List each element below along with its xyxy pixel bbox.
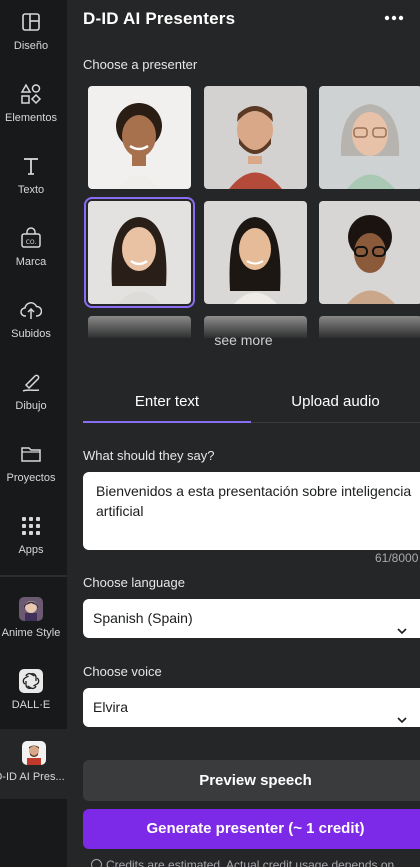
text-icon (19, 154, 43, 178)
chevron-down-icon (396, 613, 408, 635)
choose-presenter-label: Choose a presenter (83, 57, 198, 72)
svg-text:CO.: CO. (26, 239, 37, 246)
rail-footer (0, 800, 67, 867)
input-mode-tabs: Enter text Upload audio (83, 388, 420, 424)
presenter-2[interactable] (204, 86, 307, 189)
tab-divider (251, 422, 420, 423)
apps-grid-icon (19, 514, 43, 538)
info-icon (91, 859, 102, 867)
rail-item-diseno[interactable]: Diseño (0, 0, 62, 72)
rail-label: DALL·E (11, 699, 51, 711)
rail-app-anime-style[interactable]: Anime Style (0, 585, 62, 653)
rail-label: Proyectos (6, 472, 56, 484)
rail-item-texto[interactable]: Texto (0, 144, 62, 216)
openai-icon (19, 669, 43, 693)
upload-cloud-icon (19, 298, 43, 322)
folder-icon (19, 442, 43, 466)
left-rail: Diseño Elementos Texto CO. Marca Subidos… (0, 0, 67, 867)
rail-item-apps[interactable]: Apps (0, 504, 62, 576)
active-tab-indicator (83, 421, 251, 423)
rail-item-marca[interactable]: CO. Marca (0, 216, 62, 288)
rail-label: Marca (15, 256, 47, 268)
d-id-app-icon (21, 741, 46, 765)
anime-style-app-icon (19, 597, 43, 621)
rail-item-elementos[interactable]: Elementos (0, 72, 62, 144)
chevron-down-icon (396, 702, 408, 724)
rail-label: Anime Style (1, 627, 61, 639)
voice-value: Elvira (93, 699, 129, 715)
rail-label: Dibujo (15, 400, 47, 412)
language-label: Choose language (83, 575, 185, 590)
credits-note-text: Credits are estimated. Actual credit usa… (106, 858, 395, 867)
page-title: D-ID AI Presenters (83, 9, 236, 28)
presenter-3[interactable] (319, 86, 420, 189)
language-select[interactable]: Spanish (Spain) (83, 599, 420, 638)
d-id-panel: D-ID AI Presenters Choose a presenter se… (67, 0, 420, 867)
rail-label: Apps (18, 544, 44, 556)
tab-upload-audio[interactable]: Upload audio (251, 388, 420, 422)
credits-note: Credits are estimated. Actual credit usa… (91, 858, 394, 867)
generate-presenter-button[interactable]: Generate presenter (~ 1 credit) (83, 809, 420, 849)
layout-icon (19, 10, 43, 34)
presenter-6[interactable] (319, 201, 420, 304)
see-more-link[interactable]: see more (67, 332, 420, 348)
draw-icon (19, 370, 43, 394)
presenter-1[interactable] (88, 86, 191, 189)
shapes-icon (19, 82, 43, 106)
language-value: Spanish (Spain) (93, 610, 193, 626)
rail-label: Subidos (11, 328, 51, 340)
rail-divider (0, 575, 67, 577)
prompt-label: What should they say? (83, 448, 215, 463)
rail-label: D-ID AI Pres... (0, 771, 65, 783)
rail-item-dibujo[interactable]: Dibujo (0, 360, 62, 432)
rail-label: Diseño (13, 40, 49, 52)
voice-label: Choose voice (83, 664, 162, 679)
presenter-4-selected[interactable] (84, 197, 195, 308)
rail-app-d-id[interactable]: D-ID AI Pres... (0, 729, 67, 799)
character-counter: 61/8000 (375, 551, 419, 565)
script-textarea[interactable]: Bienvenidos a esta presentación sobre in… (83, 472, 420, 550)
rail-item-proyectos[interactable]: Proyectos (0, 432, 62, 504)
presenter-5[interactable] (204, 201, 307, 304)
panel-header: D-ID AI Presenters (67, 0, 420, 36)
more-options-icon[interactable] (382, 8, 406, 28)
preview-speech-button[interactable]: Preview speech (83, 760, 420, 801)
voice-select[interactable]: Elvira (83, 688, 420, 727)
rail-label: Texto (17, 184, 45, 196)
tab-enter-text[interactable]: Enter text (83, 388, 251, 422)
rail-item-subidos[interactable]: Subidos (0, 288, 62, 360)
rail-label: Elementos (5, 112, 57, 124)
rail-app-dalle[interactable]: DALL·E (0, 657, 62, 725)
brand-icon: CO. (19, 226, 43, 250)
